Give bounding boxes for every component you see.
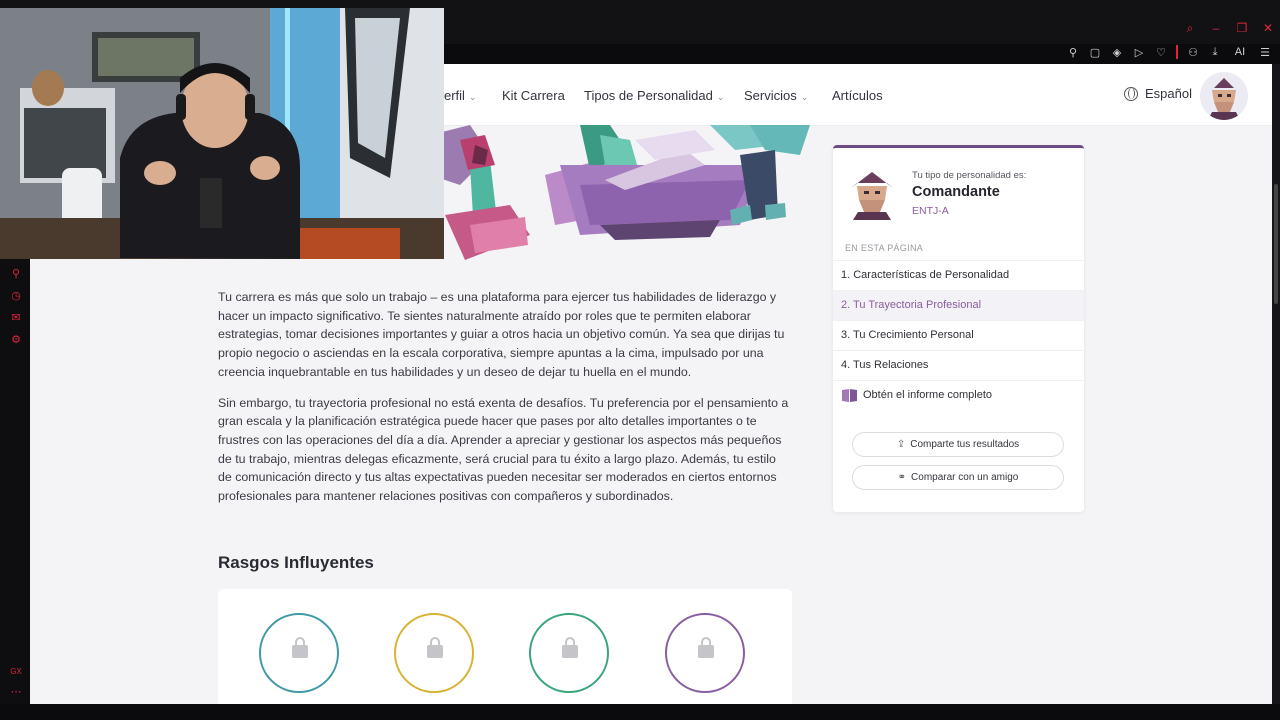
browser-status-bar: [0, 704, 1280, 720]
nav-item-label: Tipos de Personalidad: [584, 88, 713, 103]
toc-item-crecimiento[interactable]: 3. Tu Crecimiento Personal: [833, 320, 1084, 350]
type-prompt: Tu tipo de personalidad es:: [912, 170, 1027, 181]
traits-panel: [218, 589, 792, 704]
pin-icon[interactable]: ⚲: [1066, 45, 1080, 59]
nav-item-label: Servicios: [744, 88, 797, 103]
personality-sidebar-card: Tu tipo de personalidad es: Comandante E…: [833, 145, 1084, 512]
ai-icon[interactable]: AI: [1230, 45, 1250, 59]
user-avatar[interactable]: [1200, 72, 1248, 120]
trait-circle[interactable]: [665, 613, 745, 693]
nav-item-tipos-personalidad[interactable]: Tipos de Personalidad ⌄: [584, 88, 724, 103]
restore-icon[interactable]: ❐: [1236, 22, 1248, 34]
gx-icon[interactable]: GX: [10, 666, 22, 678]
toc-item-trayectoria[interactable]: 2. Tu Trayectoria Profesional: [833, 290, 1084, 320]
toc-item-caracteristicas[interactable]: 1. Características de Personalidad: [833, 260, 1084, 290]
pin-sidebar-icon[interactable]: ⚲: [10, 268, 22, 280]
window-controls: ⌕ – ❐ ✕: [1184, 22, 1274, 34]
profile-icon[interactable]: ⚇: [1186, 45, 1200, 59]
compare-friend-button[interactable]: ⚭ Comparar con un amigo: [852, 465, 1064, 490]
toc-section-label: EN ESTA PÁGINA: [845, 243, 924, 253]
screenshot-icon[interactable]: ▢: [1088, 45, 1102, 59]
commander-avatar-icon: [1208, 78, 1240, 120]
full-report-link[interactable]: Obtén el informe completo: [833, 380, 1084, 410]
chevron-down-icon: ⌄: [468, 92, 477, 102]
webcam-overlay: [0, 8, 444, 259]
hero-illustration: [430, 125, 810, 260]
report-book-icon: [842, 389, 857, 402]
chevron-down-icon: ⌄: [800, 92, 809, 102]
nav-item-kit-carrera[interactable]: Kit Carrera: [502, 88, 565, 103]
type-name[interactable]: Comandante: [912, 184, 1000, 200]
nav-item-label: Kit Carrera: [502, 88, 565, 103]
settings-gear-icon[interactable]: ⚙: [10, 334, 22, 346]
heart-icon[interactable]: ♡: [1154, 45, 1168, 59]
article-paragraph: Sin embargo, tu trayectoria profesional …: [218, 395, 789, 504]
trait-circle[interactable]: [394, 613, 474, 693]
more-icon[interactable]: ⋯: [10, 686, 22, 698]
page-scrollbar[interactable]: [1272, 64, 1280, 704]
table-of-contents: 1. Características de Personalidad 2. Tu…: [833, 260, 1084, 410]
lock-icon: [292, 637, 308, 658]
nav-item-articulos[interactable]: Artículos: [832, 88, 883, 103]
trait-circle[interactable]: [259, 613, 339, 693]
share-results-button[interactable]: ⇪ Comparte tus resultados: [852, 432, 1064, 457]
play-icon[interactable]: ▷: [1132, 45, 1146, 59]
language-label: Español: [1145, 86, 1192, 101]
article-body: Tu carrera es más que solo un trabajo – …: [218, 288, 793, 518]
lock-icon: [562, 637, 578, 658]
nav-item-label: erfil: [444, 88, 465, 103]
chat-icon[interactable]: ✉: [10, 312, 22, 324]
commander-avatar-icon: [851, 172, 893, 220]
history-icon[interactable]: ◷: [10, 290, 22, 302]
article-paragraph: Tu carrera es más que solo un trabajo – …: [218, 290, 785, 379]
type-code: ENTJ-A: [912, 205, 949, 217]
nav-item-servicios[interactable]: Servicios ⌄: [744, 88, 808, 103]
chevron-down-icon: ⌄: [716, 92, 725, 102]
nav-item-perfil[interactable]: erfil ⌄: [444, 88, 477, 103]
search-icon[interactable]: ⌕: [1184, 22, 1196, 34]
section-heading: Rasgos Influyentes: [218, 553, 374, 572]
toc-item-relaciones[interactable]: 4. Tus Relaciones: [833, 350, 1084, 380]
browser-toolbar: ⚲ ▢ ◈ ▷ ♡ ⚇ ⤓ AI ☰: [1066, 45, 1272, 59]
lock-icon: [427, 637, 443, 658]
share-icon: ⇪: [896, 439, 906, 450]
compare-button-label: Comparar con un amigo: [911, 472, 1019, 483]
lock-icon: [698, 637, 714, 658]
minimize-icon[interactable]: –: [1210, 22, 1222, 34]
globe-icon: [1124, 86, 1138, 101]
toolbar-divider: [1176, 45, 1178, 59]
share-button-label: Comparte tus resultados: [910, 439, 1020, 450]
shield-icon[interactable]: ◈: [1110, 45, 1124, 59]
download-icon[interactable]: ⤓: [1208, 45, 1222, 59]
close-icon[interactable]: ✕: [1262, 22, 1274, 34]
trait-circle[interactable]: [529, 613, 609, 693]
scrollbar-thumb[interactable]: [1274, 184, 1278, 304]
compare-icon: ⚭: [897, 472, 907, 483]
full-report-label: Obtén el informe completo: [863, 389, 993, 401]
language-selector[interactable]: Español: [1124, 86, 1192, 101]
nav-item-label: Artículos: [832, 88, 883, 103]
menu-icon[interactable]: ☰: [1258, 45, 1272, 59]
